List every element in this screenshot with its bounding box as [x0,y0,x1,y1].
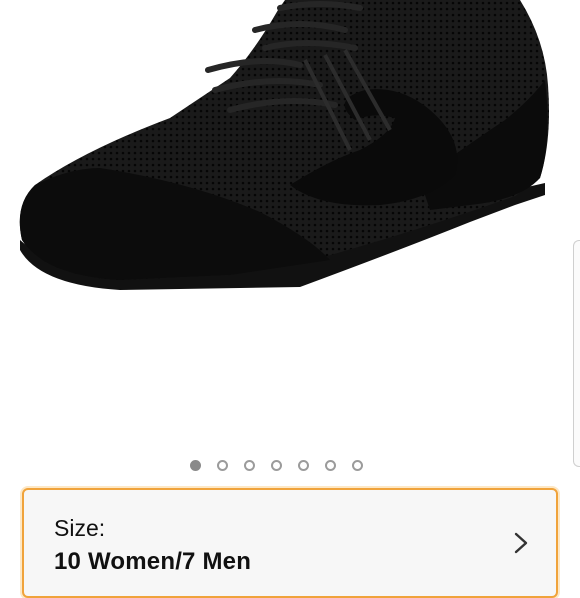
size-value: 10 Women/7 Men [54,548,252,575]
product-image[interactable] [0,0,580,450]
pagination-dot-1[interactable] [190,459,201,471]
gallery-pagination [190,457,363,473]
product-image-gallery[interactable] [0,0,580,467]
pagination-dot-7[interactable] [352,459,363,471]
pagination-dot-5[interactable] [298,459,309,471]
size-label: Size: [54,515,106,541]
gallery-scroll-edge[interactable] [573,240,580,467]
pagination-dot-6[interactable] [325,459,336,471]
size-selector-button[interactable]: Size: 10 Women/7 Men [22,488,558,598]
pagination-dot-3[interactable] [244,459,255,471]
pagination-dot-2[interactable] [217,459,228,471]
chevron-right-icon [514,532,528,554]
pagination-dot-4[interactable] [271,459,282,471]
